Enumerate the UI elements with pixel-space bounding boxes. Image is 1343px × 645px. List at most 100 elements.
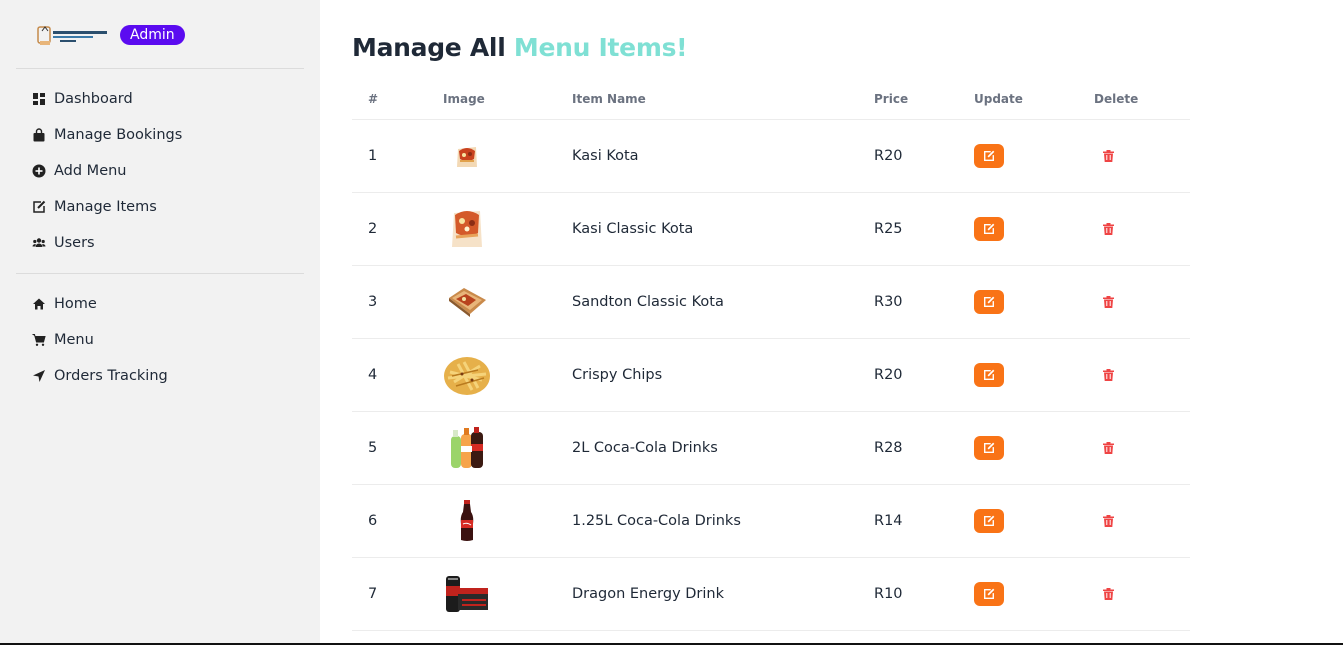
restaurant-logo[interactable]: [36, 22, 110, 48]
kota-image: [442, 193, 492, 265]
update-cell: [974, 266, 1004, 338]
edit-icon: [984, 588, 995, 599]
sidebar-divider: [16, 273, 304, 274]
sidebar: Admin Dashboard Manage Bookings Add Menu…: [0, 0, 320, 645]
update-button[interactable]: [974, 290, 1004, 314]
item-name: Sandton Classic Kota: [572, 294, 724, 310]
plus-circle-icon: [32, 164, 46, 178]
sidebar-item-label: Manage Items: [54, 199, 157, 215]
update-cell: [974, 485, 1004, 557]
soda-bottles-image: [442, 412, 492, 484]
sidebar-item-users[interactable]: Users: [32, 233, 95, 253]
delete-button[interactable]: [1102, 223, 1114, 235]
delete-button[interactable]: [1102, 588, 1114, 600]
column-header-update: Update: [974, 92, 1023, 106]
dashboard-icon: [32, 92, 46, 106]
table-header: # Image Item Name Price Update Delete: [352, 90, 1190, 120]
delete-cell: [1094, 558, 1122, 630]
sidebar-item-label: Add Menu: [54, 163, 127, 179]
update-cell: [974, 120, 1004, 192]
delete-cell: [1094, 120, 1122, 192]
update-cell: [974, 558, 1004, 630]
update-cell: [974, 193, 1004, 265]
item-price: R14: [874, 513, 903, 529]
sidebar-item-home[interactable]: Home: [32, 294, 97, 314]
item-price: R25: [874, 221, 903, 237]
delete-cell: [1094, 266, 1122, 338]
trash-icon: [1102, 442, 1114, 454]
edit-icon: [984, 442, 995, 453]
row-number: 2: [368, 221, 378, 237]
trash-icon: [1102, 588, 1114, 600]
page-title-prefix: Manage All: [352, 33, 506, 62]
row-number: 7: [368, 586, 378, 602]
update-button[interactable]: [974, 144, 1004, 168]
update-button[interactable]: [974, 217, 1004, 241]
delete-button[interactable]: [1102, 369, 1114, 381]
trash-icon: [1102, 369, 1114, 381]
edit-icon: [984, 223, 995, 234]
cart-icon: [32, 333, 46, 347]
page-title-accent: Menu Items!: [513, 33, 688, 62]
kota-image: [442, 120, 492, 192]
update-button[interactable]: [974, 509, 1004, 533]
update-cell: [974, 339, 1004, 411]
table-row: 5 2L Coca-Cola Drinks R28: [352, 412, 1190, 485]
row-number: 4: [368, 367, 378, 383]
delete-cell: [1094, 193, 1122, 265]
update-cell: [974, 412, 1004, 484]
edit-icon: [984, 515, 995, 526]
sidebar-item-orders-tracking[interactable]: Orders Tracking: [32, 366, 168, 386]
table-row: 3 Sandton Classic Kota R30: [352, 266, 1190, 339]
edit-icon: [984, 369, 995, 380]
trash-icon: [1102, 150, 1114, 162]
sidebar-item-add-menu[interactable]: Add Menu: [32, 161, 127, 181]
sidebar-item-label: Menu: [54, 332, 94, 348]
item-name: Kasi Classic Kota: [572, 221, 694, 237]
row-number: 1: [368, 148, 378, 164]
item-price: R20: [874, 148, 903, 164]
delete-button[interactable]: [1102, 150, 1114, 162]
delete-button[interactable]: [1102, 296, 1114, 308]
item-price: R28: [874, 440, 903, 456]
table-row: 7 Dragon Energy Drink R10: [352, 558, 1190, 631]
item-price: R30: [874, 294, 903, 310]
row-number: 3: [368, 294, 378, 310]
sidebar-item-label: Users: [54, 235, 95, 251]
chips-image: [442, 339, 492, 411]
column-header-price: Price: [874, 92, 909, 106]
delete-cell: [1094, 485, 1122, 557]
coke-bottle-image: [442, 485, 492, 557]
update-button[interactable]: [974, 363, 1004, 387]
edit-icon: [984, 296, 995, 307]
location-arrow-icon: [32, 369, 46, 383]
item-name: Crispy Chips: [572, 367, 663, 383]
sidebar-item-label: Home: [54, 296, 97, 312]
update-button[interactable]: [974, 582, 1004, 606]
edit-icon: [32, 200, 46, 214]
sidebar-item-menu[interactable]: Menu: [32, 330, 94, 350]
home-icon: [32, 297, 46, 311]
sidebar-item-manage-bookings[interactable]: Manage Bookings: [32, 125, 182, 145]
edit-icon: [984, 150, 995, 161]
item-price: R10: [874, 586, 903, 602]
sidebar-item-dashboard[interactable]: Dashboard: [32, 89, 133, 109]
table-row: 6 1.25L Coca-Cola Drinks R14: [352, 485, 1190, 558]
update-button[interactable]: [974, 436, 1004, 460]
column-header-delete: Delete: [1094, 92, 1139, 106]
item-name: 2L Coca-Cola Drinks: [572, 440, 718, 456]
trash-icon: [1102, 515, 1114, 527]
delete-button[interactable]: [1102, 515, 1114, 527]
delete-cell: [1094, 412, 1122, 484]
table-row: 4 Crispy Chips R20: [352, 339, 1190, 412]
kota-box-image: [442, 266, 492, 338]
page-title: Manage All Menu Items!: [352, 33, 688, 62]
sidebar-divider: [16, 68, 304, 69]
delete-button[interactable]: [1102, 442, 1114, 454]
sidebar-item-manage-items[interactable]: Manage Items: [32, 197, 157, 217]
energy-drink-image: [442, 558, 492, 630]
row-number: 6: [368, 513, 378, 529]
admin-badge: Admin: [120, 25, 185, 45]
sidebar-item-label: Manage Bookings: [54, 127, 183, 143]
users-icon: [32, 236, 46, 250]
